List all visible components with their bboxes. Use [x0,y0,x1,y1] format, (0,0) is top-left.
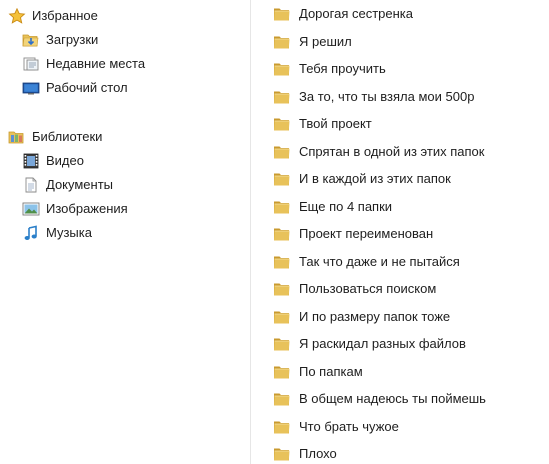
folder-icon [273,144,291,160]
folder-icon [273,226,291,242]
file-list-item[interactable]: Так что даже и не пытайся [273,251,460,273]
folder-icon [273,171,291,187]
nav-item-recent-places[interactable]: Недавние места [22,54,145,74]
nav-item-recent-places-label: Недавние места [46,56,146,71]
folder-icon [273,419,291,435]
file-name: И по размеру папок тоже [299,308,451,324]
downloads-folder-icon [22,32,40,48]
folder-icon [273,61,291,77]
folder-icon [273,446,291,462]
file-list-item[interactable]: Дорогая сестренка [273,3,413,25]
nav-item-music[interactable]: Музыка [22,223,92,243]
file-list-item[interactable]: Пользоваться поиском [273,278,436,300]
file-list-item[interactable]: Спрятан в одной из этих папок [273,141,484,163]
nav-favorites-label: Избранное [32,8,98,23]
folder-icon [273,391,291,407]
libraries-icon [8,129,26,145]
nav-item-documents-label: Документы [46,177,114,192]
file-list-item[interactable]: Тебя проучить [273,58,386,80]
file-name: В общем надеюсь ты поймешь [299,391,486,406]
nav-item-desktop[interactable]: Рабочий стол [22,78,128,98]
nav-item-video-label: Видео [46,153,84,168]
file-name: По папкам [299,363,363,379]
folder-icon [273,6,291,22]
folder-icon [273,336,291,352]
folder-icon [273,309,291,325]
folder-icon [273,254,291,270]
documents-library-icon [22,177,40,193]
folder-icon [273,116,291,132]
nav-libraries-label: Библиотеки [32,129,103,144]
nav-item-video[interactable]: Видео [22,151,84,171]
file-list-item[interactable]: И в каждой из этих папок [273,168,451,190]
file-name: Дорогая сестренка [299,6,414,21]
file-name: Тебя проучить [299,61,386,76]
folder-icon [273,281,291,297]
navigation-pane: Избранное Загрузки Недавние места Рабочи… [0,0,240,464]
nav-item-music-label: Музыка [46,225,92,240]
file-name: Твой проект [299,116,372,131]
nav-libraries[interactable]: Библиотеки [8,127,102,147]
nav-item-pictures-label: Изображения [46,201,128,216]
folder-icon [273,89,291,105]
file-name: За то, что ты взяла мои 500р [299,88,475,104]
star-icon [8,7,26,24]
nav-item-downloads-label: Загрузки [46,32,99,47]
pictures-library-icon [22,201,40,217]
nav-item-pictures[interactable]: Изображения [22,199,128,219]
file-list-item[interactable]: По папкам [273,361,363,383]
file-list-item[interactable]: Твой проект [273,113,372,135]
file-list-item[interactable]: За то, что ты взяла мои 500р [273,86,474,108]
file-name: Что брать чужое [299,418,399,434]
pane-splitter[interactable] [250,0,251,464]
video-library-icon [22,153,40,169]
file-name: Проект переименован [299,226,434,241]
file-name: Спрятан в одной из этих папок [299,143,485,159]
file-name: Я решил [299,33,352,49]
nav-favorites[interactable]: Избранное [8,6,98,26]
file-list-item[interactable]: Я решил [273,31,352,53]
music-library-icon [22,225,40,241]
folder-icon [273,34,291,50]
nav-item-downloads[interactable]: Загрузки [22,30,98,50]
desktop-icon [22,80,40,96]
file-list-item[interactable]: Я раскидал разных файлов [273,333,466,355]
file-list-item[interactable]: И по размеру папок тоже [273,306,450,328]
file-name: Я раскидал разных файлов [299,336,466,351]
file-list-item[interactable]: Проект переименован [273,223,433,245]
file-list-item[interactable]: Плохо [273,443,337,464]
explorer-window: Избранное Загрузки Недавние места Рабочи… [0,0,549,464]
file-name: Пользоваться поиском [299,281,437,296]
file-list-item[interactable]: Что брать чужое [273,416,399,438]
recent-places-icon [22,56,40,72]
file-list-item[interactable]: В общем надеюсь ты поймешь [273,388,486,410]
folder-icon [273,199,291,215]
file-name: Еще по 4 папки [299,198,393,214]
folder-icon [273,364,291,380]
file-name: И в каждой из этих папок [299,171,451,186]
file-list: Дорогая сестренка Я решил Тебя проучить За … [273,0,549,464]
nav-item-documents[interactable]: Документы [22,175,113,195]
nav-item-desktop-label: Рабочий стол [46,80,128,95]
file-name: Плохо [299,446,337,461]
file-list-item[interactable]: Еще по 4 папки [273,196,392,218]
file-name: Так что даже и не пытайся [299,253,460,269]
